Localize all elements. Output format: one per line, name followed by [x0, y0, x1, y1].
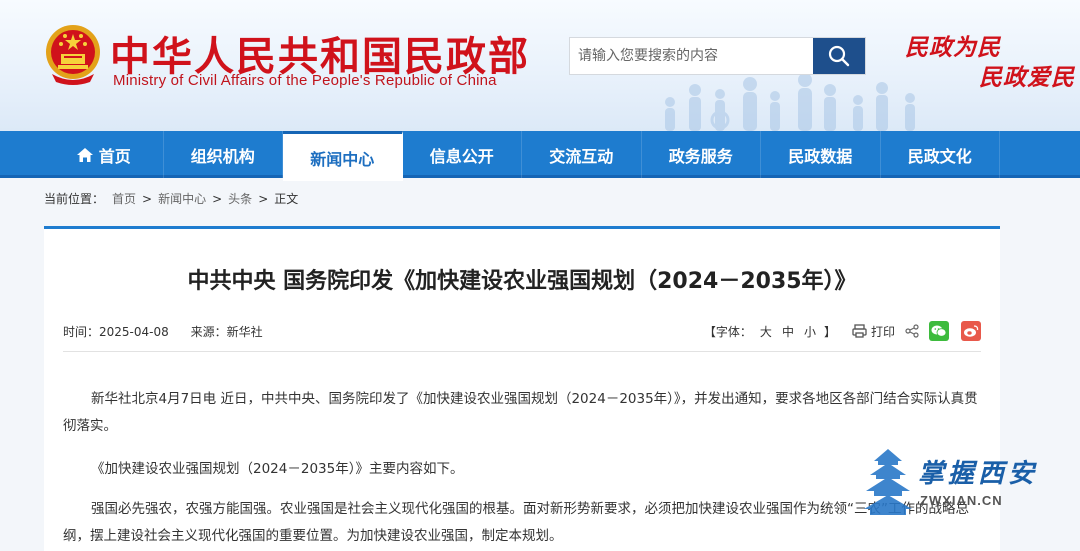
article-paragraph: 强国必先强农，农强方能国强。农业强国是社会主义现代化强国的根基。面对新形势新要求… — [63, 501, 969, 544]
wechat-share-button[interactable] — [929, 321, 949, 341]
nav-item-label: 信息公开 — [429, 146, 494, 166]
meta-divider — [63, 351, 981, 352]
main-nav: 首页 组织机构 新闻中心 信息公开 交流互动 政务服务 民政数据 民政文化 — [0, 131, 1080, 181]
nav-item-civil-culture[interactable]: 民政文化 — [881, 131, 1000, 178]
breadcrumb-news-center[interactable]: 新闻中心 — [158, 190, 206, 207]
nav-item-label: 政务服务 — [668, 146, 733, 166]
weibo-share-button[interactable] — [961, 321, 981, 341]
breadcrumb-current: 正文 — [274, 192, 299, 206]
nav-item-interaction[interactable]: 交流互动 — [522, 131, 642, 178]
breadcrumb-separator: > — [212, 191, 223, 206]
people-silhouettes-decoration — [665, 73, 915, 131]
article-paragraph: 《加快建设农业强国规划（2024－2035年）》主要内容如下。 — [91, 461, 464, 477]
article-source: 来源：新华社 — [190, 324, 263, 339]
breadcrumb-headline[interactable]: 头条 — [228, 190, 252, 207]
nav-item-organization[interactable]: 组织机构 — [164, 131, 283, 178]
font-size-large[interactable]: 大 — [760, 323, 772, 340]
article-title: 中共中央 国务院印发《加快建设农业强国规划（2024－2035年）》 — [187, 269, 857, 294]
nav-item-government-services[interactable]: 政务服务 — [642, 131, 761, 178]
nav-item-label: 民政文化 — [907, 146, 972, 166]
font-size-label-open: 【字体： — [703, 324, 752, 339]
nav-item-home[interactable]: 首页 — [44, 131, 164, 178]
publish-time: 时间：2025-04-08 — [63, 324, 169, 339]
wechat-icon — [931, 325, 947, 337]
breadcrumb-prefix: 当前位置： — [44, 192, 105, 206]
breadcrumb-separator: > — [142, 191, 153, 206]
nav-item-information-disclosure[interactable]: 信息公开 — [403, 131, 522, 178]
breadcrumb-separator: > — [258, 191, 269, 206]
home-icon — [76, 147, 93, 162]
watermark: 掌握西安 ZWXIAN.CN — [862, 447, 1062, 527]
nav-item-label: 交流互动 — [549, 146, 614, 166]
site-subtitle: Ministry of Civil Affairs of the People'… — [113, 72, 497, 89]
nav-item-label: 民政数据 — [788, 146, 853, 166]
nav-item-label: 组织机构 — [190, 146, 255, 166]
search-box — [569, 37, 866, 75]
article-container: 中共中央 国务院印发《加快建设农业强国规划（2024－2035年）》 时间：20… — [44, 226, 1000, 551]
font-size-label-close: 】 — [823, 324, 836, 339]
search-input[interactable] — [570, 38, 813, 74]
share-icon[interactable] — [905, 324, 919, 338]
nav-item-civil-data[interactable]: 民政数据 — [761, 131, 881, 178]
site-header: 中华人民共和国民政部 Ministry of Civil Affairs of … — [0, 0, 1080, 131]
printer-icon — [852, 324, 867, 338]
breadcrumb: 当前位置： 首页 > 新闻中心 > 头条 > 正文 — [44, 190, 298, 207]
nav-item-news-center[interactable]: 新闻中心 — [283, 131, 403, 181]
nav-item-label: 首页 — [98, 146, 131, 166]
slogan-line1: 民政为民 — [905, 34, 1001, 61]
national-emblem-icon — [46, 25, 100, 85]
nav-item-label: 新闻中心 — [310, 149, 375, 169]
weibo-icon — [964, 325, 979, 337]
watermark-text: 掌握西安 — [918, 459, 1039, 489]
print-label: 打印 — [870, 324, 895, 339]
pagoda-logo-icon — [864, 449, 912, 515]
article-meta: 时间：2025-04-08 来源：新华社 【字体： 大 中 小 】 打印 — [63, 319, 981, 343]
article-paragraph: 新华社北京4月7日电 近日，中共中央、国务院印发了《加快建设农业强国规划（202… — [63, 391, 978, 434]
breadcrumb-home[interactable]: 首页 — [112, 190, 136, 207]
font-size-medium[interactable]: 中 — [782, 323, 794, 340]
search-button[interactable] — [813, 38, 865, 74]
watermark-domain: ZWXIAN.CN — [920, 493, 1003, 508]
search-icon — [828, 45, 850, 67]
print-button[interactable]: 打印 — [852, 323, 895, 340]
font-size-small[interactable]: 小 — [804, 323, 816, 340]
slogan-line2: 民政爱民 — [979, 64, 1075, 91]
